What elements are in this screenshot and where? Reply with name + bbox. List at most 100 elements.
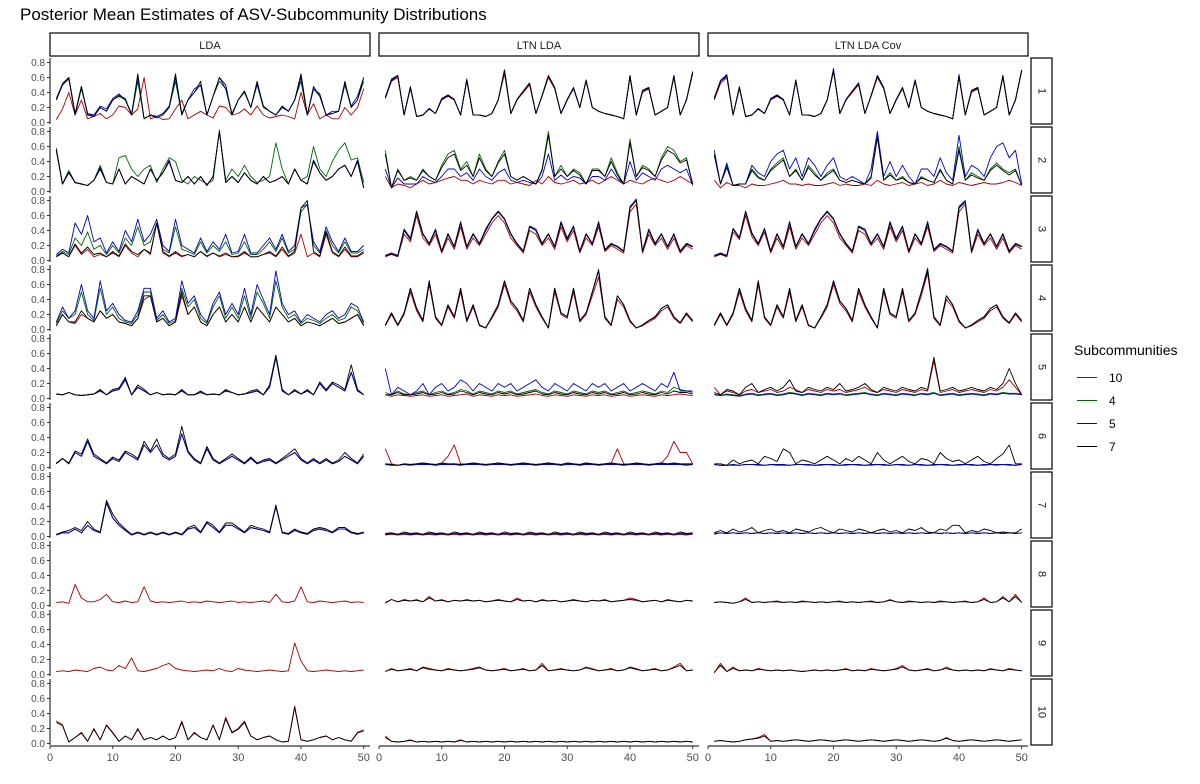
series-line bbox=[385, 203, 693, 258]
y-tick-label: 0.2 bbox=[31, 517, 45, 528]
row-strip-label: 6 bbox=[1036, 433, 1048, 439]
series-line bbox=[56, 356, 364, 396]
series-line bbox=[714, 524, 1022, 534]
x-tick-label: 30 bbox=[232, 752, 244, 764]
series-line bbox=[714, 734, 1022, 743]
series-line bbox=[385, 596, 693, 604]
series-line bbox=[713, 360, 1023, 396]
x-tick-label: 10 bbox=[765, 752, 777, 764]
x-tick-label: 0 bbox=[705, 752, 711, 764]
y-tick-label: 0.4 bbox=[31, 709, 45, 720]
series-line bbox=[713, 71, 1023, 120]
y-tick-label: 0.6 bbox=[31, 73, 45, 84]
y-tick-label: 0.2 bbox=[31, 724, 45, 735]
series-line bbox=[384, 69, 694, 120]
y-tick-label: 0.4 bbox=[31, 364, 45, 375]
series-line bbox=[55, 280, 365, 324]
column-strip-label: LTN LDA Cov bbox=[835, 40, 902, 52]
series-line bbox=[56, 356, 364, 396]
series-line bbox=[713, 69, 1023, 120]
series-line bbox=[714, 596, 1023, 604]
series-line bbox=[384, 270, 694, 329]
series-line bbox=[384, 69, 694, 120]
legend-swatch bbox=[1077, 446, 1097, 447]
series-line bbox=[384, 131, 694, 189]
series-line bbox=[56, 425, 365, 464]
series-line bbox=[384, 71, 694, 120]
series-line bbox=[384, 276, 694, 329]
series-line bbox=[714, 201, 1022, 257]
y-tick-label: 0.4 bbox=[31, 295, 45, 306]
y-tick-label: 0.6 bbox=[31, 280, 45, 291]
y-tick-label: 0.8 bbox=[31, 472, 45, 483]
y-tick-label: 0.2 bbox=[31, 655, 45, 666]
row-strip-label: 3 bbox=[1036, 226, 1048, 232]
y-tick-label: 0.8 bbox=[31, 265, 45, 276]
row-strip-label: 7 bbox=[1036, 502, 1048, 508]
y-tick-label: 0.8 bbox=[31, 679, 45, 690]
y-tick-label: 0.2 bbox=[31, 448, 45, 459]
x-tick-label: 40 bbox=[295, 752, 307, 764]
series-line bbox=[56, 433, 365, 465]
y-tick-label: 0.2 bbox=[31, 586, 45, 597]
y-tick-label: 0.0 bbox=[31, 739, 45, 750]
legend-item: 10 bbox=[1074, 366, 1178, 389]
series-line bbox=[714, 464, 1022, 466]
series-line bbox=[714, 444, 1022, 466]
y-tick-label: 0.2 bbox=[31, 241, 45, 252]
y-tick-label: 0.8 bbox=[31, 127, 45, 138]
series-line bbox=[714, 201, 1022, 257]
y-tick-label: 0.8 bbox=[31, 58, 45, 69]
series-line bbox=[55, 73, 365, 120]
legend-label: 10 bbox=[1109, 370, 1123, 385]
series-line bbox=[384, 440, 694, 466]
row-strip-label: 4 bbox=[1036, 295, 1048, 301]
legend-item: 4 bbox=[1074, 389, 1178, 412]
x-tick-label: 40 bbox=[953, 752, 965, 764]
y-tick-label: 0.8 bbox=[31, 196, 45, 207]
column-strip-label: LDA bbox=[199, 40, 221, 52]
series-line bbox=[384, 73, 694, 120]
series-line bbox=[384, 153, 694, 189]
row-strip-label: 8 bbox=[1036, 571, 1048, 577]
series-line bbox=[713, 662, 1022, 674]
y-tick-label: 0.2 bbox=[31, 103, 45, 114]
x-tick-label: 50 bbox=[1016, 752, 1028, 764]
legend-label: 5 bbox=[1109, 416, 1116, 431]
y-tick-label: 0.4 bbox=[31, 88, 45, 99]
y-tick-label: 0.4 bbox=[31, 226, 45, 237]
series-line bbox=[55, 77, 365, 120]
series-line bbox=[714, 532, 1022, 534]
series-line bbox=[56, 433, 365, 465]
row-strip-label: 5 bbox=[1036, 364, 1048, 370]
row-strip-label: 10 bbox=[1036, 706, 1048, 718]
series-line bbox=[56, 705, 364, 743]
y-tick-label: 0.6 bbox=[31, 556, 45, 567]
series-line bbox=[713, 68, 1023, 120]
legend-item: 5 bbox=[1074, 412, 1178, 435]
y-tick-label: 0.4 bbox=[31, 157, 45, 168]
y-tick-label: 0.2 bbox=[31, 310, 45, 321]
series-line bbox=[56, 584, 364, 604]
series-line bbox=[714, 200, 1022, 256]
y-tick-label: 0.6 bbox=[31, 418, 45, 429]
y-tick-label: 0.8 bbox=[31, 541, 45, 552]
y-tick-label: 0.4 bbox=[31, 433, 45, 444]
series-line bbox=[714, 203, 1022, 258]
series-line bbox=[56, 203, 365, 255]
legend-swatch bbox=[1077, 400, 1097, 401]
y-tick-label: 0.8 bbox=[31, 403, 45, 414]
legend-item: 7 bbox=[1074, 435, 1178, 458]
series-line bbox=[385, 737, 693, 743]
x-tick-label: 30 bbox=[890, 752, 902, 764]
x-tick-label: 30 bbox=[561, 752, 573, 764]
series-line bbox=[713, 134, 1023, 186]
y-tick-label: 0.8 bbox=[31, 610, 45, 621]
series-line bbox=[713, 270, 1023, 329]
series-line bbox=[56, 222, 364, 258]
series-line bbox=[55, 129, 365, 186]
legend-swatch bbox=[1077, 423, 1097, 424]
series-line bbox=[56, 642, 364, 672]
series-line bbox=[56, 356, 364, 396]
series-line bbox=[713, 69, 1023, 120]
